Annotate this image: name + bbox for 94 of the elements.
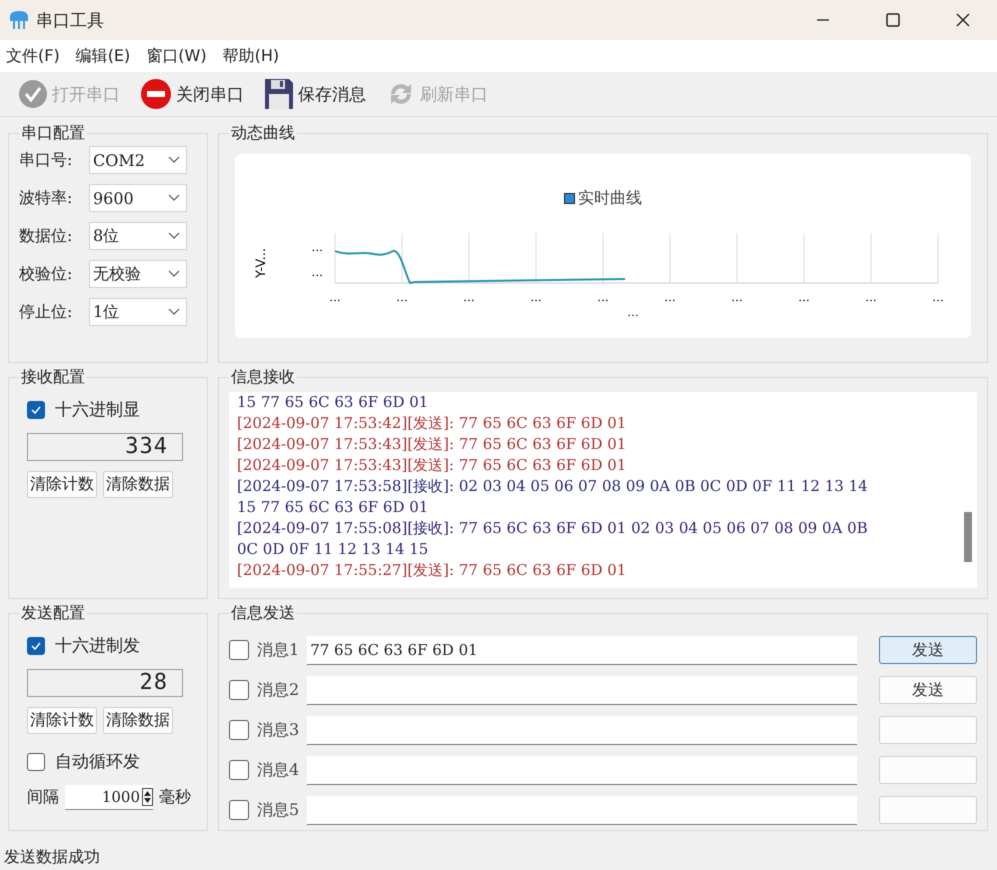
dropdown[interactable]: 8位 <box>89 222 187 250</box>
log-line: 15 77 65 6C 63 6F 6D 01 <box>237 497 430 518</box>
tick-label: ... <box>312 265 323 279</box>
log-line: [2024-09-07 17:55:27][发送]: 77 65 6C 63 6F 6D 01 <box>237 560 628 581</box>
tick-label: ... <box>731 290 743 304</box>
message-label: 消息4 <box>257 760 300 780</box>
app-icon <box>8 9 30 31</box>
tick-label: ... <box>312 240 323 254</box>
dropdown[interactable]: 无校验 <box>89 260 187 288</box>
log-line: [2024-09-07 17:53:43][发送]: 77 65 6C 63 6F 6D 01 <box>237 455 628 476</box>
chevron-icon <box>168 308 180 316</box>
checkbox[interactable] <box>229 800 249 820</box>
group-title: 接收配置 <box>20 367 86 388</box>
field-label: 波特率: <box>19 188 74 208</box>
axis-title: ... <box>627 305 639 319</box>
tick-label: ... <box>597 290 609 304</box>
stop-icon <box>140 78 172 110</box>
chevron-icon <box>168 270 180 278</box>
clear-button[interactable]: 清除计数 <box>27 471 97 498</box>
log-line: 0C 0D 0F 11 12 13 14 15 <box>237 539 430 560</box>
message-field[interactable] <box>307 796 857 824</box>
field-label: 数据位: <box>19 226 74 246</box>
checkmark-icon <box>30 640 42 652</box>
tick-label: ... <box>932 290 944 304</box>
clear-button[interactable]: 清除数据 <box>103 707 173 734</box>
message-label: 消息3 <box>257 720 300 740</box>
tick-label: ... <box>798 290 810 304</box>
log-line: [2024-09-07 17:53:42][发送]: 77 65 6C 63 6F 6D 01 <box>237 413 628 434</box>
tick-label: ... <box>329 290 341 304</box>
status-text: 发送数据成功 <box>3 846 101 868</box>
chevron-icon <box>168 232 180 240</box>
message-field[interactable] <box>307 716 857 744</box>
maximize-icon[interactable] <box>885 12 901 28</box>
field-label: 校验位: <box>19 264 74 284</box>
chevron-icon <box>168 156 180 164</box>
checkbox[interactable] <box>229 720 249 740</box>
legend-label: 实时曲线 <box>578 188 642 209</box>
spin-arrows-icon <box>142 788 153 806</box>
dropdown[interactable]: COM2 <box>89 146 187 174</box>
log-line: [2024-09-07 17:55:08][接收]: 77 65 6C 63 6F 6D 01 02 03 04 05 06 07 08 09 0A 0B <box>237 518 869 539</box>
checkbox[interactable] <box>27 636 45 654</box>
menu-item[interactable]: 窗口(W) <box>146 46 207 66</box>
counter-display: 334 <box>27 433 183 461</box>
group-title: 串口配置 <box>20 123 86 144</box>
log-line: [2024-09-07 17:53:58][接收]: 02 03 04 05 06 07 08 09 0A 0B 0C 0D 0F 11 12 13 14 <box>237 476 869 497</box>
close-icon[interactable] <box>955 12 971 28</box>
tick-label: ... <box>664 290 676 304</box>
checkbox[interactable] <box>229 760 249 780</box>
tick-label: ... <box>530 290 542 304</box>
tick-label: ... <box>396 290 408 304</box>
message-field[interactable]: 77 65 6C 63 6F 6D 01 <box>307 636 857 664</box>
menu-item[interactable]: 文件(F) <box>6 46 60 66</box>
checkbox[interactable] <box>229 640 249 660</box>
checkbox-label: 十六进制显 <box>55 399 140 421</box>
send-button[interactable]: 发送 <box>879 676 977 704</box>
message-label: 消息5 <box>257 800 300 820</box>
counter-display: 28 <box>27 669 183 697</box>
field-label: 停止位: <box>19 302 74 322</box>
check-icon <box>18 79 48 109</box>
message-field[interactable] <box>307 756 857 784</box>
field-label: 串口号: <box>19 150 74 170</box>
checkmark-icon <box>30 404 42 416</box>
send-button[interactable]: 发送 <box>879 636 977 664</box>
window-title: 串口工具 <box>36 10 104 32</box>
dropdown[interactable]: 1位 <box>89 298 187 326</box>
group-title: 信息发送 <box>230 603 296 624</box>
log-line: 15 77 65 6C 63 6F 6D 01 <box>237 392 430 413</box>
checkbox[interactable] <box>27 752 45 770</box>
group-title: 动态曲线 <box>230 123 296 144</box>
message-field[interactable] <box>307 676 857 704</box>
tick-label: ... <box>463 290 475 304</box>
message-label: 消息2 <box>257 680 300 700</box>
checkbox-label: 十六进制发 <box>55 635 140 657</box>
menu-item[interactable]: 帮助(H) <box>222 46 280 66</box>
group-title: 信息接收 <box>230 367 296 388</box>
group-title: 发送配置 <box>20 603 86 624</box>
field-label: 间隔 <box>27 787 59 808</box>
checkbox[interactable] <box>229 680 249 700</box>
axis-title: Y-V... <box>254 248 269 278</box>
legend-swatch <box>564 193 575 204</box>
unit-label: 毫秒 <box>159 787 191 808</box>
log-line: [2024-09-07 17:53:43][发送]: 77 65 6C 63 6F 6D 01 <box>237 434 628 455</box>
checkbox-label: 自动循环发 <box>55 751 140 773</box>
toolbar-button[interactable]: 关闭串口 <box>140 78 244 110</box>
clear-button[interactable]: 清除计数 <box>27 707 97 734</box>
menu-item[interactable]: 编辑(E) <box>76 46 130 66</box>
message-label: 消息1 <box>257 640 300 660</box>
checkbox[interactable] <box>27 400 45 418</box>
spin-box[interactable]: 1000 <box>65 785 153 810</box>
dropdown[interactable]: 9600 <box>89 184 187 212</box>
tick-label: ... <box>865 290 877 304</box>
toolbar-button[interactable]: 保存消息 <box>264 78 366 110</box>
chevron-icon <box>168 194 180 202</box>
clear-button[interactable]: 清除数据 <box>103 471 173 498</box>
